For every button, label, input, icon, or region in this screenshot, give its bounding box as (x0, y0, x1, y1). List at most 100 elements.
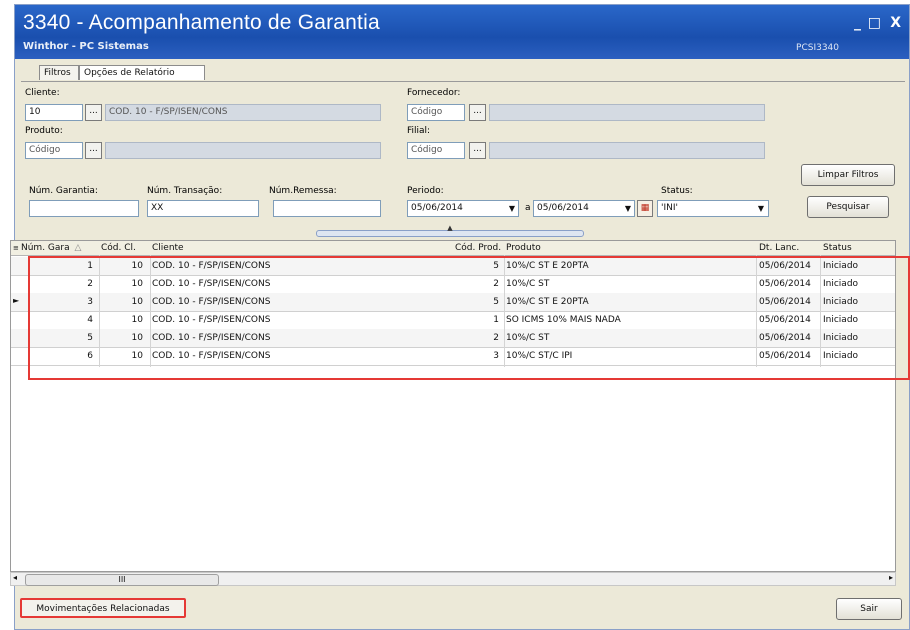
table-row[interactable]: 5 10 COD. 10 - F/SP/ISEN/CONS 2 10%/C ST 05/0… (11, 329, 895, 348)
fornecedor-label: Fornecedor: (407, 88, 461, 98)
table-row[interactable]: 1 10 COD. 10 - F/SP/ISEN/CONS 5 10%/C ST E 2… (11, 257, 895, 276)
panel-splitter[interactable]: ▲ (316, 224, 584, 237)
fornecedor-code-input[interactable]: Código (407, 104, 465, 121)
table-cell: 10 (131, 351, 143, 361)
table-cell: Iniciado (823, 261, 859, 271)
table-cell: COD. 10 - F/SP/ISEN/CONS (152, 297, 271, 307)
num-transacao-label: Núm. Transação: (147, 186, 223, 196)
table-cell: 10%/C ST E 20PTA (506, 261, 589, 271)
table-cell: Iniciado (823, 315, 859, 325)
table-cell: 05/06/2014 (759, 333, 811, 343)
num-remessa-label: Núm.Remessa: (269, 186, 337, 196)
table-cell: 10 (131, 261, 143, 271)
table-cell: 2 (493, 279, 499, 289)
horizontal-scrollbar[interactable]: ◂ III ▸ (10, 572, 896, 586)
scroll-right-icon[interactable]: ▸ (889, 573, 893, 582)
table-cell: Iniciado (823, 351, 859, 361)
periodo-from-value: 05/06/2014 (411, 203, 463, 213)
chevron-down-icon[interactable]: ▼ (509, 201, 515, 216)
tab-opcoes-relatorio[interactable]: Opções de Relatório (79, 65, 205, 80)
fornecedor-search-button[interactable]: ... (469, 104, 486, 121)
periodo-from-input[interactable]: 05/06/2014 ▼ (407, 200, 519, 217)
produto-code-input[interactable]: Código (25, 142, 83, 159)
num-garantia-label: Núm. Garantia: (29, 186, 98, 196)
results-grid: ≡ Núm. Gara △ Cód. Cl. Cliente Cód. Prod… (10, 240, 896, 572)
limpar-filtros-button[interactable]: Limpar Filtros (801, 164, 895, 186)
col-num-garantia-label: Núm. Gara (21, 243, 70, 253)
title-bar[interactable]: 3340 - Acompanhamento de Garantia Wintho… (15, 5, 909, 59)
table-cell: 05/06/2014 (759, 261, 811, 271)
calendar-icon[interactable]: ▦ (637, 200, 653, 217)
chevron-down-icon[interactable]: ▼ (625, 201, 631, 216)
col-cod-cliente[interactable]: Cód. Cl. (101, 241, 147, 255)
num-transacao-input[interactable]: XX (147, 200, 259, 217)
col-status[interactable]: Status (823, 241, 883, 255)
col-dt-lanc[interactable]: Dt. Lanc. (759, 241, 819, 255)
produto-label: Produto: (25, 126, 63, 136)
table-cell: 05/06/2014 (759, 351, 811, 361)
cliente-code-input[interactable]: 10 (25, 104, 83, 121)
table-cell: 10 (131, 297, 143, 307)
table-cell: 1 (87, 261, 93, 271)
col-cliente[interactable]: Cliente (152, 241, 452, 255)
maximize-button[interactable]: □ (868, 15, 881, 31)
table-row[interactable]: 4 10 COD. 10 - F/SP/ISEN/CONS 1 SO ICMS 10% … (11, 311, 895, 330)
status-select[interactable]: 'INI' ▼ (657, 200, 769, 217)
produto-search-button[interactable]: ... (85, 142, 102, 159)
table-cell: 1 (493, 315, 499, 325)
scroll-left-icon[interactable]: ◂ (13, 573, 17, 582)
fornecedor-description (489, 104, 765, 121)
table-cell: 2 (493, 333, 499, 343)
chevron-down-icon[interactable]: ▼ (758, 201, 764, 216)
movimentacoes-relacionadas-button[interactable]: Movimentações Relacionadas (20, 598, 186, 618)
table-cell: 10%/C ST (506, 333, 550, 343)
filial-code-input[interactable]: Código (407, 142, 465, 159)
table-cell: 6 (87, 351, 93, 361)
table-cell: Iniciado (823, 279, 859, 289)
table-cell: 10%/C ST (506, 279, 550, 289)
table-cell: 5 (493, 297, 499, 307)
close-button[interactable]: X (890, 15, 901, 31)
col-num-garantia[interactable]: Núm. Gara △ (21, 241, 97, 255)
filter-panel: Cliente: 10 ... COD. 10 - F/SP/ISEN/CONS… (21, 81, 905, 232)
row-indicator-icon: ► (13, 296, 20, 305)
col-cod-produto[interactable]: Cód. Prod. (455, 241, 503, 255)
column-chooser-icon[interactable]: ≡ (13, 241, 19, 255)
routine-code: PCSI3340 (796, 43, 839, 53)
filial-search-button[interactable]: ... (469, 142, 486, 159)
table-row[interactable]: 6 10 COD. 10 - F/SP/ISEN/CONS 3 10%/C ST/C I… (11, 347, 895, 366)
num-remessa-input[interactable] (273, 200, 381, 217)
scroll-thumb[interactable]: III (25, 574, 219, 586)
window-subtitle: Winthor - PC Sistemas (23, 41, 149, 52)
table-row[interactable]: ► 3 10 COD. 10 - F/SP/ISEN/CONS 5 10%/C ST E … (11, 293, 895, 312)
table-cell: Iniciado (823, 297, 859, 307)
cliente-search-button[interactable]: ... (85, 104, 102, 121)
minimize-button[interactable]: _ (854, 15, 861, 31)
table-cell: 05/06/2014 (759, 279, 811, 289)
window-title: 3340 - Acompanhamento de Garantia (23, 11, 380, 34)
table-cell: 10 (131, 279, 143, 289)
table-cell: 5 (87, 333, 93, 343)
table-cell: 3 (493, 351, 499, 361)
sair-button[interactable]: Sair (836, 598, 902, 620)
table-cell: 05/06/2014 (759, 315, 811, 325)
table-cell: SO ICMS 10% MAIS NADA (506, 315, 621, 325)
sort-asc-icon: △ (74, 243, 82, 253)
periodo-label: Periodo: (407, 186, 444, 196)
pesquisar-button[interactable]: Pesquisar (807, 196, 889, 218)
status-label: Status: (661, 186, 693, 196)
table-row[interactable]: 2 10 COD. 10 - F/SP/ISEN/CONS 2 10%/C ST 05/0… (11, 275, 895, 294)
collapse-up-icon[interactable]: ▲ (317, 224, 583, 232)
table-cell: Iniciado (823, 333, 859, 343)
table-cell: 4 (87, 315, 93, 325)
table-cell: COD. 10 - F/SP/ISEN/CONS (152, 261, 271, 271)
status-value: 'INI' (661, 203, 678, 213)
tab-filtros[interactable]: Filtros (39, 65, 79, 80)
periodo-to-value: 05/06/2014 (537, 203, 589, 213)
table-cell: 10 (131, 315, 143, 325)
table-cell: 2 (87, 279, 93, 289)
col-produto[interactable]: Produto (506, 241, 746, 255)
periodo-to-input[interactable]: 05/06/2014 ▼ (533, 200, 635, 217)
table-cell: 10%/C ST/C IPI (506, 351, 573, 361)
num-garantia-input[interactable] (29, 200, 139, 217)
